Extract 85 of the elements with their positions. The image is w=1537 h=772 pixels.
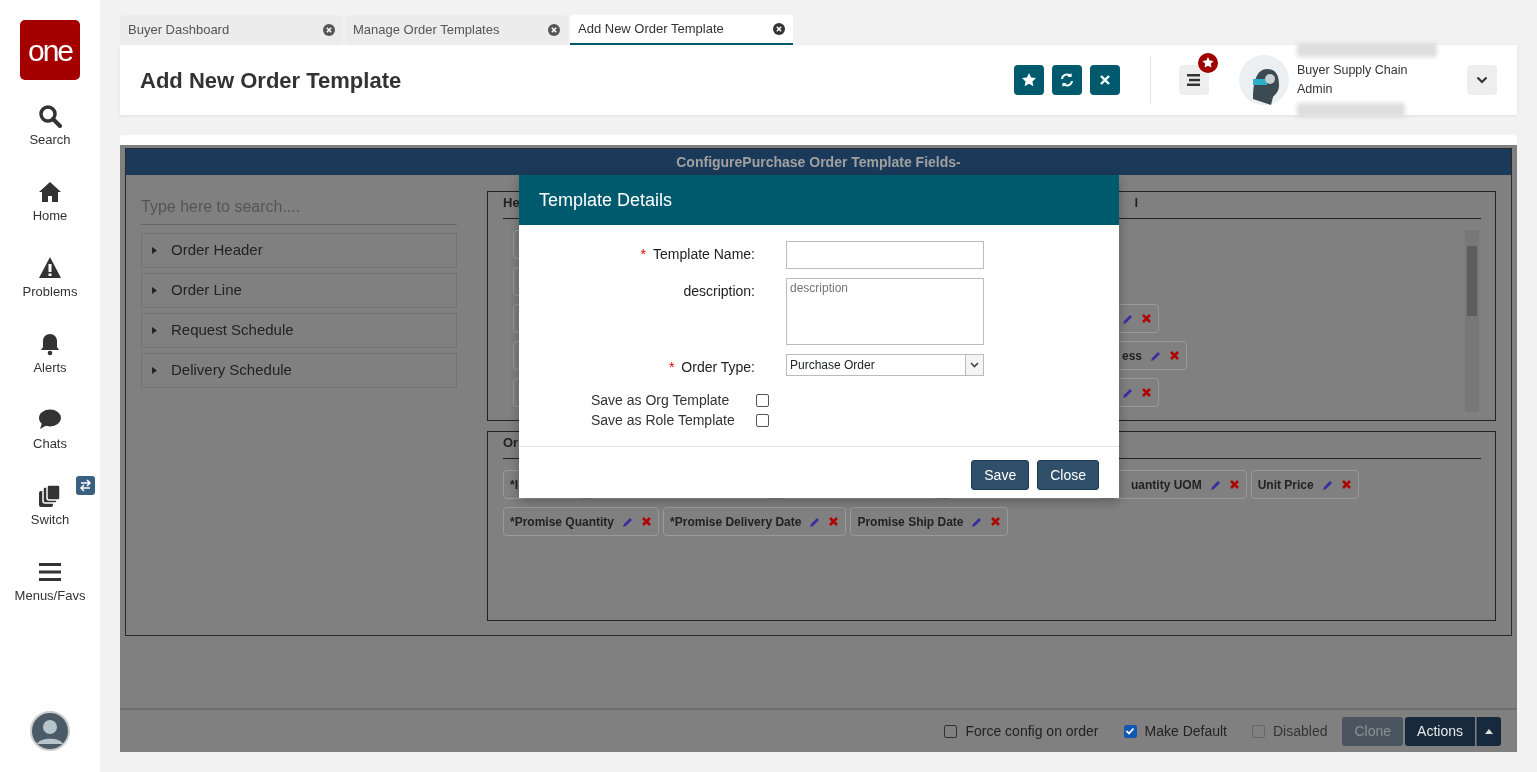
close-button[interactable] (1090, 65, 1120, 95)
dropdown-field[interactable]: Purchase Order (786, 354, 984, 376)
checkbox[interactable] (756, 393, 769, 407)
required-mark: * (640, 246, 647, 262)
swap-arrows-icon[interactable] (76, 476, 95, 495)
checkbox[interactable] (944, 724, 958, 738)
tab[interactable]: Manage Order Templates (345, 15, 568, 45)
sidebar-label[interactable]: Chats (33, 434, 67, 454)
field-label: Template Name: (653, 246, 755, 262)
tab[interactable]: Add New Order Template (570, 15, 793, 45)
sidebar-label[interactable]: Menus/Favs (14, 586, 86, 606)
close-icon[interactable] (773, 23, 785, 35)
tree-item[interactable]: Order Header (141, 233, 457, 268)
field-label: description: (683, 283, 755, 299)
star-badge-icon (1198, 53, 1218, 73)
checkbox-label: Save as Role Template (591, 410, 736, 430)
section-legend: He (503, 192, 520, 212)
sidebar-label[interactable]: Alerts (33, 358, 67, 378)
page-title: Add New Order Template (140, 66, 402, 95)
menu-icon[interactable] (38, 560, 62, 584)
pencil-icon[interactable] (1122, 312, 1133, 325)
menu-icon (1186, 73, 1202, 87)
tree-item[interactable]: Order Line (141, 273, 457, 308)
favorite-icon (1021, 72, 1037, 88)
field-chip[interactable]: Unit Price (1250, 470, 1359, 499)
checkbox-label: Make Default (1144, 721, 1227, 741)
chevron-down-icon (1476, 76, 1488, 84)
field-chip[interactable]: *Promise Delivery Date (663, 507, 847, 536)
close-icon[interactable] (548, 24, 560, 36)
section-legend: l (1134, 192, 1138, 212)
tab[interactable]: Buyer Dashboard (120, 15, 343, 45)
tree-item[interactable]: Delivery Schedule (141, 353, 457, 388)
description-field[interactable]: description (786, 278, 984, 345)
home-icon[interactable] (38, 180, 62, 204)
sidebar-label[interactable]: Home (32, 206, 68, 226)
field-label: Order Type: (681, 359, 755, 375)
caret-right-icon (152, 247, 157, 254)
refresh-icon (1059, 72, 1075, 88)
checkbox[interactable] (1123, 724, 1137, 738)
caret-right-icon (152, 327, 157, 334)
required-mark: * (668, 359, 675, 375)
avatar-icon (1239, 55, 1289, 105)
refresh-button[interactable] (1052, 65, 1082, 95)
checkbox-label: Force config on order (965, 721, 1099, 741)
scrollbar[interactable] (1465, 230, 1479, 412)
tree-item[interactable]: Request Schedule (141, 313, 457, 348)
warning-icon[interactable] (38, 256, 62, 280)
sidebar-label[interactable]: Switch (30, 510, 70, 530)
pencil-icon[interactable] (622, 515, 634, 528)
checkbox-label: Save as Org Template (591, 390, 731, 410)
pencil-icon[interactable] (809, 515, 821, 528)
close-icon[interactable] (323, 24, 335, 36)
pencil-icon[interactable] (1321, 478, 1333, 491)
menu-button[interactable] (1179, 65, 1209, 95)
input-field[interactable] (786, 241, 984, 269)
dropdown-button[interactable] (1467, 65, 1497, 95)
section-legend: Or (503, 432, 519, 452)
stacked-cards-icon[interactable] (38, 484, 62, 508)
caret-up-icon (1485, 729, 1493, 735)
logo[interactable]: one (20, 20, 80, 80)
avatar-icon[interactable] (30, 711, 70, 751)
pencil-icon[interactable] (971, 515, 983, 528)
checkbox-label: Disabled (1273, 721, 1328, 741)
actions-button[interactable]: Actions (1405, 716, 1475, 746)
favorite-button[interactable] (1014, 65, 1044, 95)
pencil-icon[interactable] (1150, 349, 1162, 362)
bell-icon[interactable] (38, 332, 62, 356)
pencil-icon[interactable] (1209, 478, 1221, 491)
user-role: Buyer Supply Chain Admin (1297, 62, 1409, 98)
dialog-button[interactable]: Close (1037, 460, 1099, 490)
field-chip[interactable]: Promise Ship Date (850, 507, 1009, 536)
chat-bubble-icon[interactable] (38, 408, 62, 432)
caret-right-icon (152, 367, 157, 374)
sidebar-label[interactable]: Problems (22, 282, 78, 302)
sidebar-label[interactable]: Search (29, 130, 71, 150)
checkbox[interactable] (756, 413, 769, 427)
search-icon[interactable] (38, 104, 62, 128)
field-chip[interactable]: *Promise Quantity (503, 507, 660, 536)
pencil-icon[interactable] (1122, 386, 1133, 399)
caret-button[interactable] (1476, 716, 1501, 746)
dialog-button[interactable]: Save (971, 460, 1030, 490)
dialog-title: Template Details (539, 188, 673, 212)
caret-right-icon (152, 287, 157, 294)
chevron-down-icon (970, 362, 979, 368)
panel-title: ConfigurePurchase Order Template Fields- (126, 149, 1511, 175)
